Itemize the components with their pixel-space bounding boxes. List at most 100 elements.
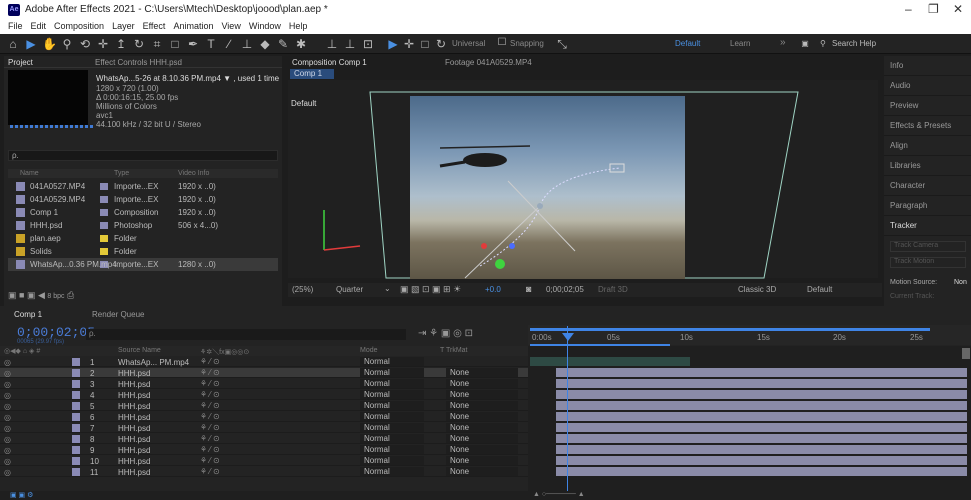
project-list-item[interactable]: 041A0527.MP4 Importe...EX 1920 x ..0) [8,180,278,193]
timeline-layer-row[interactable]: ◎ 10 HHH.psd ⚘ ⁄ ⊙ Normal None [0,456,528,466]
project-list-item[interactable]: WhatsAp...0.36 PM.mp4 Importe...EX 1280 x … [8,258,278,271]
blend-mode-dropdown[interactable]: Normal [360,467,424,476]
project-search-input[interactable]: ρ. [8,150,278,161]
zoom-slider[interactable]: ▲ ○────── ▲ [533,491,585,498]
exposure-value[interactable]: +0.0 [485,285,501,294]
col-mode[interactable]: Mode [360,347,378,354]
label-color-swatch[interactable] [100,196,108,203]
visibility-icon[interactable]: ◎ [4,457,11,466]
tab-footage[interactable]: Footage 041A0529.MP4 [445,58,532,67]
label-color-swatch[interactable] [72,402,80,410]
label-color-swatch[interactable] [72,457,80,465]
blend-mode-dropdown[interactable]: Normal [360,423,424,432]
track-matte-dropdown[interactable]: None [446,467,518,476]
tab-effect-controls[interactable]: Effect Controls HHH.psd [95,58,182,67]
menu-effect[interactable]: Effect [143,21,166,31]
zoom-dropdown[interactable]: (25%) [292,285,313,294]
label-color-swatch[interactable] [72,369,80,377]
track-bar-video[interactable] [530,357,690,366]
visibility-icon[interactable]: ◎ [4,391,11,400]
layer-duration-bar[interactable] [556,401,967,410]
blend-mode-dropdown[interactable]: Normal [360,357,424,366]
blend-mode-dropdown[interactable]: Normal [360,368,424,377]
blend-mode-dropdown[interactable]: Normal [360,456,424,465]
rectangle-tool-icon[interactable]: □ [168,37,182,51]
menu-window[interactable]: Window [249,21,281,31]
label-color-swatch[interactable] [72,380,80,388]
layer-name[interactable]: HHH.psd [118,446,150,455]
timeline-layer-row[interactable]: ◎ 4 HHH.psd ⚘ ⁄ ⊙ Normal None [0,390,528,400]
track-matte-dropdown[interactable]: None [446,412,518,421]
universal-arrow-icon[interactable]: ▶ [386,37,400,51]
panel-libraries[interactable]: Libraries [884,156,971,176]
clone-tool-icon[interactable]: ⊥ [240,37,254,51]
rotate-icon[interactable]: ↻ [434,37,448,51]
panel-paragraph[interactable]: Paragraph [884,196,971,216]
snapshot-icon[interactable]: ◙ [526,284,531,294]
gizmo-center[interactable] [495,259,505,269]
bpc-label[interactable]: 8 bpc [47,293,64,300]
timeline-timecode[interactable]: 0;00;02;05 [17,325,95,340]
label-color-swatch[interactable] [72,424,80,432]
quality-dropdown[interactable]: Quarter [336,285,363,294]
label-color-swatch[interactable] [72,391,80,399]
layer-duration-bar[interactable] [556,379,967,388]
snapping-label[interactable]: Snapping [510,39,544,48]
visibility-icon[interactable]: ◎ [4,424,11,433]
close-icon[interactable]: ✕ [953,2,963,16]
home-icon[interactable]: ⌂ [6,37,20,51]
panel-info[interactable]: Info [884,56,971,76]
layer-switches-icon[interactable]: ⚘ ⁄ ⊙ [200,357,220,366]
layer-switches-icon[interactable]: ⚘ ⁄ ⊙ [200,456,220,465]
panel-align[interactable]: Align [884,136,971,156]
layer-switches-icon[interactable]: ⚘ ⁄ ⊙ [200,423,220,432]
search-help[interactable]: Search Help [832,39,876,48]
layer-duration-bar[interactable] [556,467,967,476]
timeline-layer-row[interactable]: ◎ 2 HHH.psd ⚘ ⁄ ⊙ Normal None [0,368,528,378]
renderer-dropdown[interactable]: Classic 3D [738,285,776,294]
pan-tool-icon[interactable]: ✛ [96,37,110,51]
label-color-swatch[interactable] [72,468,80,476]
layer-name[interactable]: HHH.psd [118,424,150,433]
layer-duration-bar[interactable] [556,368,967,377]
panel-preview[interactable]: Preview [884,96,971,116]
layer-name[interactable]: HHH.psd [118,380,150,389]
timeline-layer-row[interactable]: ◎ 5 HHH.psd ⚘ ⁄ ⊙ Normal None [0,401,528,411]
blend-mode-dropdown[interactable]: Normal [360,379,424,388]
panel-effects-presets[interactable]: Effects & Presets [884,116,971,136]
timeline-layer-row[interactable]: ◎ 6 HHH.psd ⚘ ⁄ ⊙ Normal None [0,412,528,422]
project-list-item[interactable]: plan.aep Folder [8,232,278,245]
project-list-item[interactable]: HHH.psd Photoshop 506 x 4...0) [8,219,278,232]
move-icon[interactable]: ✛ [402,37,416,51]
track-matte-dropdown[interactable]: None [446,401,518,410]
motion-source-dropdown[interactable]: Non [954,279,967,286]
anchor-tool-icon[interactable]: ⌗ [150,37,164,52]
layer-switches-icon[interactable]: ⚘ ⁄ ⊙ [200,379,220,388]
project-list-item[interactable]: Comp 1 Composition 1920 x ..0) [8,206,278,219]
timeline-layer-row[interactable]: ◎ 7 HHH.psd ⚘ ⁄ ⊙ Normal None [0,423,528,433]
workspace-default[interactable]: Default [675,39,700,48]
layer-duration-bar[interactable] [556,456,967,465]
chevron-down-icon[interactable]: ⌄ [384,284,391,293]
menu-animation[interactable]: Animation [173,21,213,31]
snap-options-icon[interactable]: ⤡ [555,37,569,52]
visibility-icon[interactable]: ◎ [4,413,11,422]
layer-name[interactable]: WhatsAp... PM.mp4 [118,358,189,367]
tab-composition[interactable]: Composition Comp 1 [292,58,367,67]
layer-duration-bar[interactable] [556,412,967,421]
col-source-name[interactable]: Source Name [118,347,161,354]
menu-layer[interactable]: Layer [112,21,135,31]
gizmo-handle-blue[interactable] [509,243,515,249]
visibility-icon[interactable]: ◎ [4,435,11,444]
timeline-layer-row[interactable]: ◎ 8 HHH.psd ⚘ ⁄ ⊙ Normal None [0,434,528,444]
layer-switches-icon[interactable]: ⚘ ⁄ ⊙ [200,445,220,454]
col-trkmat[interactable]: T TrkMat [440,347,467,354]
label-color-swatch[interactable] [100,209,108,216]
col-video-info[interactable]: Video Info [178,170,209,177]
snapping-checkbox[interactable]: ☐ [495,37,509,48]
align-center-icon[interactable]: ⊥ [343,37,357,51]
track-matte-dropdown[interactable]: None [446,445,518,454]
layer-name[interactable]: HHH.psd [118,369,150,378]
timeline-layer-row[interactable]: ◎ 11 HHH.psd ⚘ ⁄ ⊙ Normal None [0,467,528,477]
layer-switches-icon[interactable]: ⚘ ⁄ ⊙ [200,401,220,410]
